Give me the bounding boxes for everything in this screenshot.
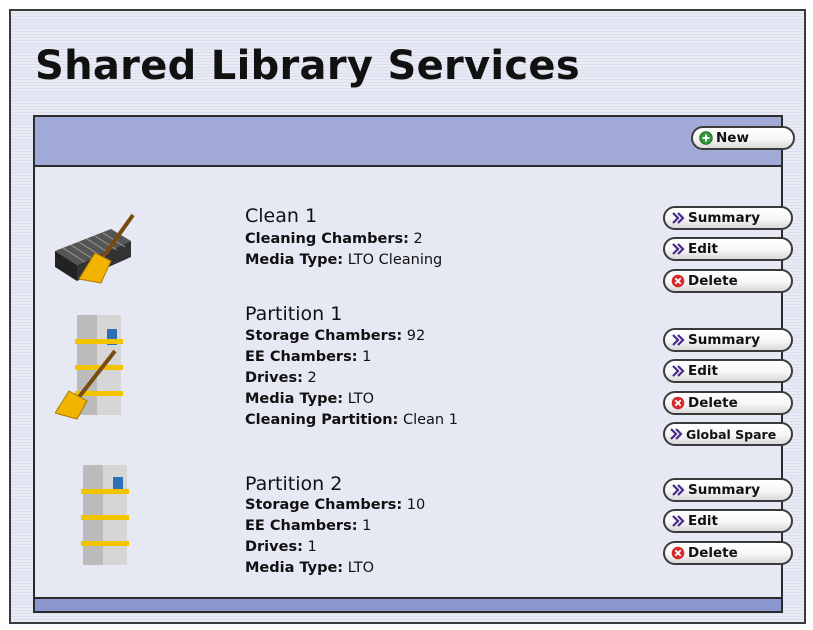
library-cleaning-icon [54, 311, 139, 421]
double-chevron-icon [672, 365, 685, 377]
double-chevron-icon [672, 212, 685, 224]
page-title: Shared Library Services [35, 43, 580, 89]
panel-toolbar: New [35, 117, 795, 167]
edit-button[interactable]: Edit [663, 359, 793, 383]
entry-title: Clean 1 [245, 205, 318, 227]
detail-row: EE Chambers: 1 [245, 349, 372, 365]
panel-footer-bar [35, 597, 781, 611]
library-icon [75, 463, 135, 567]
summary-button[interactable]: Summary [663, 206, 793, 230]
double-chevron-icon [672, 334, 685, 346]
x-circle-icon [671, 274, 685, 288]
app-frame: Shared Library Services New Clean 1 Clea… [9, 9, 806, 624]
edit-button[interactable]: Edit [663, 237, 793, 261]
entry-title: Partition 1 [245, 303, 343, 325]
delete-button[interactable]: Delete [663, 541, 793, 565]
detail-row: Storage Chambers: 10 [245, 497, 426, 513]
detail-row: Media Type: LTO [245, 391, 375, 407]
new-button-label: New [716, 130, 749, 146]
cleaning-cartridges-icon [51, 213, 143, 285]
plus-circle-icon [699, 131, 713, 145]
double-chevron-icon [672, 484, 685, 496]
global-spare-button[interactable]: Global Spare [663, 422, 793, 446]
detail-row: Media Type: LTO Cleaning [245, 252, 443, 268]
delete-button[interactable]: Delete [663, 269, 793, 293]
double-chevron-icon [672, 515, 685, 527]
summary-button[interactable]: Summary [663, 478, 793, 502]
summary-button[interactable]: Summary [663, 328, 793, 352]
detail-row: Storage Chambers: 92 [245, 328, 426, 344]
new-button[interactable]: New [691, 126, 795, 150]
delete-button[interactable]: Delete [663, 391, 793, 415]
detail-row: Cleaning Partition: Clean 1 [245, 412, 458, 428]
detail-row: Media Type: LTO [245, 560, 375, 576]
detail-row: Drives: 2 [245, 370, 317, 386]
edit-button[interactable]: Edit [663, 509, 793, 533]
double-chevron-icon [672, 243, 685, 255]
entry-title: Partition 2 [245, 473, 343, 495]
x-circle-icon [671, 546, 685, 560]
partitions-panel: New Clean 1 Cleaning Chambers: 2 Media T… [33, 115, 795, 613]
x-circle-icon [671, 396, 685, 410]
detail-row: Drives: 1 [245, 539, 317, 555]
detail-row: EE Chambers: 1 [245, 518, 372, 534]
double-chevron-icon [670, 428, 683, 440]
detail-row: Cleaning Chambers: 2 [245, 231, 423, 247]
